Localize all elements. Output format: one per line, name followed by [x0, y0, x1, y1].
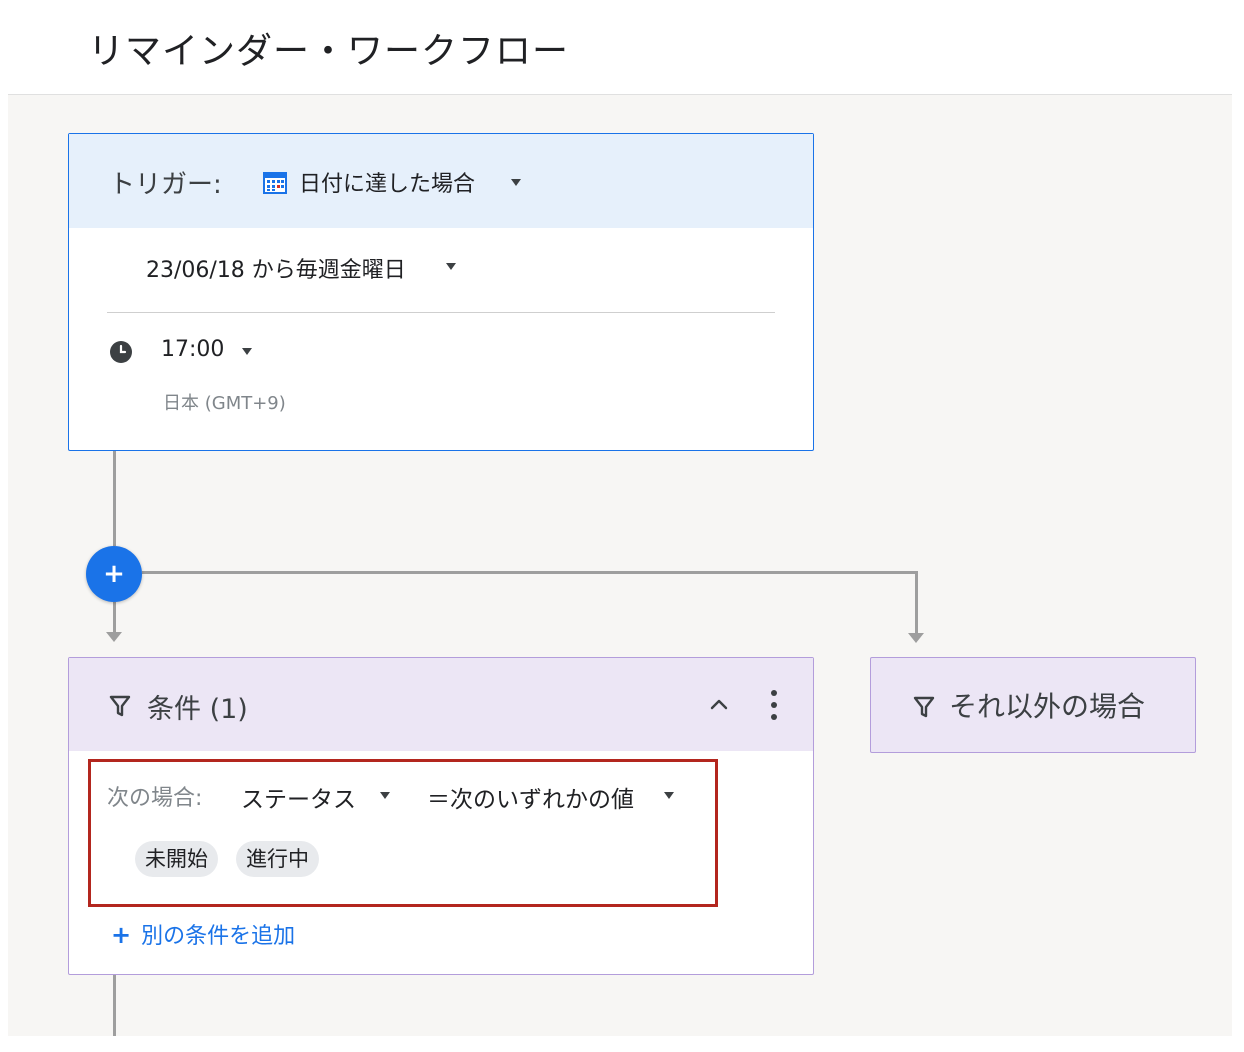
- else-branch-title: それ以外の場合: [949, 690, 1146, 723]
- else-branch-card[interactable]: それ以外の場合: [870, 657, 1196, 753]
- page-title: リマインダー・ワークフロー: [88, 31, 570, 72]
- time-dropdown-icon[interactable]: [242, 348, 252, 355]
- operator-select[interactable]: ＝次のいずれかの値: [427, 780, 634, 814]
- trigger-divider: [107, 312, 775, 313]
- filter-icon: [109, 695, 131, 717]
- connector-condition-down: [113, 975, 116, 1036]
- trigger-type-dropdown-icon[interactable]: [511, 179, 521, 186]
- clock-icon: [110, 341, 132, 363]
- operator-dropdown-icon[interactable]: [664, 792, 674, 799]
- connector-horizontal-branch: [142, 571, 918, 574]
- schedule-dropdown-icon[interactable]: [446, 263, 456, 270]
- condition-card: 条件 (1) 次の場合: ステータス ＝次のいずれかの値 未開始 進行中 + 別の…: [68, 657, 814, 975]
- timezone-label: 日本 (GMT+9): [163, 393, 286, 414]
- add-condition-link[interactable]: + 別の条件を追加: [111, 918, 295, 950]
- arrow-to-condition: [106, 632, 122, 642]
- connector-trigger-to-add: [113, 451, 116, 546]
- connector-add-to-condition: [113, 602, 116, 632]
- value-chip-not-started[interactable]: 未開始: [135, 841, 218, 877]
- schedule-select[interactable]: 23/06/18 から毎週金曜日: [146, 252, 406, 284]
- filter-icon: [913, 696, 935, 718]
- if-label: 次の場合:: [107, 786, 203, 811]
- connector-to-else: [915, 571, 918, 633]
- trigger-label: トリガー:: [109, 170, 222, 200]
- field-dropdown-icon[interactable]: [380, 792, 390, 799]
- value-chip-in-progress[interactable]: 進行中: [236, 841, 319, 877]
- more-vert-icon[interactable]: [764, 688, 784, 722]
- chevron-up-icon[interactable]: [707, 692, 731, 716]
- arrow-to-else: [908, 633, 924, 643]
- add-step-button[interactable]: +: [86, 546, 142, 602]
- trigger-card: トリガー: 日付に達した場合 23/06/18 から毎週金曜日 17:00 日本…: [68, 133, 814, 451]
- trigger-header: トリガー: 日付に達した場合: [69, 134, 813, 228]
- trigger-type-select[interactable]: 日付に達した場合: [299, 166, 475, 198]
- calendar-icon: [263, 172, 287, 194]
- add-condition-label: 別の条件を追加: [141, 924, 296, 949]
- condition-title: 条件 (1): [147, 694, 248, 725]
- condition-header: 条件 (1): [69, 658, 813, 751]
- plus-icon: +: [111, 921, 132, 949]
- time-select[interactable]: 17:00: [161, 337, 224, 362]
- field-select[interactable]: ステータス: [241, 780, 356, 814]
